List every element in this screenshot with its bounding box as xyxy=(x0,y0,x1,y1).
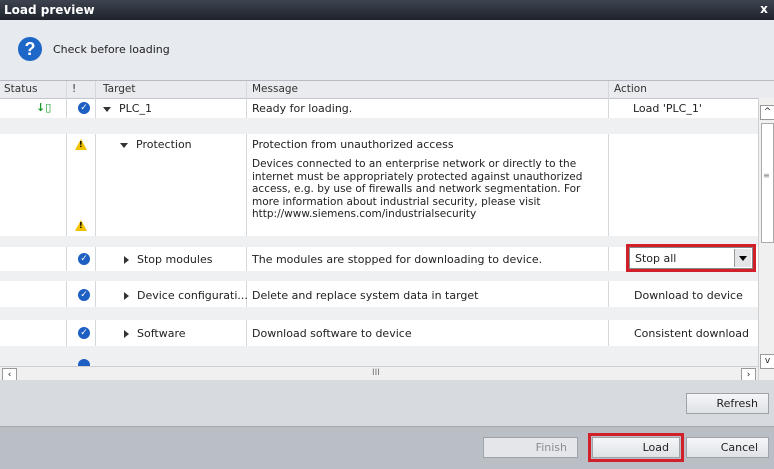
target-stop-modules[interactable]: Stop modules xyxy=(124,253,212,266)
vertical-scrollbar[interactable]: ^ ≡ v xyxy=(758,98,774,381)
status-check-icon: ✓ xyxy=(78,253,90,265)
status-check-icon xyxy=(78,359,90,366)
scroll-thumb[interactable]: ≡ xyxy=(761,123,774,243)
collapse-icon[interactable] xyxy=(103,106,111,112)
cancel-button[interactable]: Cancel xyxy=(686,437,769,458)
warning-icon: ! xyxy=(75,139,87,150)
question-icon: ? xyxy=(18,37,42,61)
spacer-row xyxy=(0,118,758,134)
finish-button[interactable]: Finish xyxy=(483,437,578,458)
column-action[interactable]: Action xyxy=(614,83,647,95)
spacer-row xyxy=(0,346,758,366)
expand-icon[interactable] xyxy=(124,256,129,264)
target-protection[interactable]: Protection xyxy=(120,138,192,151)
status-check-icon: ✓ xyxy=(78,289,90,301)
expand-icon[interactable] xyxy=(124,292,129,300)
refresh-button[interactable]: Refresh xyxy=(686,393,769,414)
spacer-row xyxy=(0,271,758,281)
load-status-icon: ↓▯ xyxy=(36,101,52,114)
scroll-down-icon[interactable]: v xyxy=(760,354,774,369)
highlight-box xyxy=(626,244,756,272)
target-device-configuration[interactable]: Device configurati... xyxy=(124,289,248,302)
dialog-header: ? Check before loading xyxy=(0,20,774,80)
collapse-icon[interactable] xyxy=(120,142,128,148)
action-text: Load 'PLC_1' xyxy=(633,102,702,115)
scroll-thumb-grip[interactable]: III xyxy=(372,368,380,378)
column-header-row: Status ! Target Message Action xyxy=(0,81,774,99)
highlight-box xyxy=(588,433,684,462)
table-row[interactable]: ! Protection Protection from unauthorize… xyxy=(0,134,758,154)
target-plc[interactable]: PLC_1 xyxy=(103,102,152,115)
status-check-icon: ✓ xyxy=(78,102,90,114)
message-text: Protection from unauthorized access xyxy=(252,138,454,151)
message-text: Ready for loading. xyxy=(252,102,353,115)
action-text[interactable]: Consistent download xyxy=(634,327,749,340)
column-target[interactable]: Target xyxy=(103,83,135,95)
window-title: Load preview xyxy=(4,3,95,17)
table-row: ! Devices connected to an enterprise net… xyxy=(0,154,758,236)
target-software[interactable]: Software xyxy=(124,327,186,340)
close-icon[interactable]: x xyxy=(757,2,771,16)
header-text: Check before loading xyxy=(53,43,170,56)
horizontal-scrollbar[interactable]: ‹ III › xyxy=(0,366,758,381)
table-row[interactable]: ✓ Device configurati... Delete and repla… xyxy=(0,281,758,307)
expand-icon[interactable] xyxy=(124,330,129,338)
column-status[interactable]: Status xyxy=(4,83,37,95)
message-text: Delete and replace system data in target xyxy=(252,289,479,302)
load-preview-table: Status ! Target Message Action ↓▯ ✓ PLC_… xyxy=(0,80,774,381)
refresh-bar: Refresh xyxy=(0,380,774,426)
status-check-icon: ✓ xyxy=(78,327,90,339)
column-message[interactable]: Message xyxy=(252,83,298,95)
action-text[interactable]: Download to device xyxy=(634,289,743,302)
title-bar: Load preview x xyxy=(0,0,774,20)
column-flag[interactable]: ! xyxy=(72,83,76,95)
spacer-row xyxy=(0,307,758,320)
message-text: Download software to device xyxy=(252,327,412,340)
message-text: The modules are stopped for downloading … xyxy=(252,253,543,266)
warning-icon: ! xyxy=(75,220,87,231)
dialog-footer: Finish Load Cancel xyxy=(0,426,774,469)
table-row[interactable]: ↓▯ ✓ PLC_1 Ready for loading. Load 'PLC_… xyxy=(0,98,758,118)
security-notice: Devices connected to an enterprise netwo… xyxy=(252,158,583,220)
scroll-up-icon[interactable]: ^ xyxy=(760,105,774,120)
table-row[interactable]: ✓ Software Download software to device C… xyxy=(0,320,758,346)
